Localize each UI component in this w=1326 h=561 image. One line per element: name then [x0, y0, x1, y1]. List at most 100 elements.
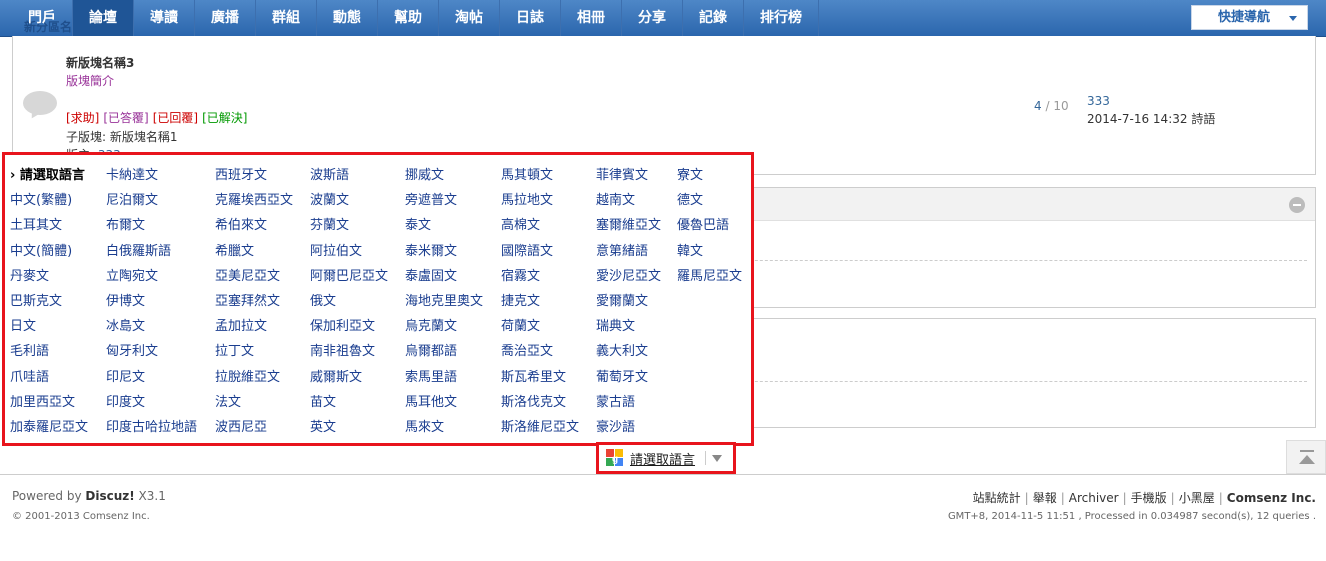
translate-select-label[interactable]: 請選取語言	[630, 449, 695, 468]
subforum-link[interactable]: 子版塊: 新版塊名稱1	[66, 128, 178, 145]
language-option[interactable]: 拉丁文	[215, 340, 254, 359]
language-option[interactable]: 烏克蘭文	[405, 315, 457, 334]
language-option[interactable]: 荷蘭文	[501, 315, 540, 334]
language-option[interactable]: 馬耳他文	[405, 391, 457, 410]
language-option[interactable]: 爪哇語	[10, 366, 49, 385]
language-option[interactable]: 愛爾蘭文	[596, 290, 648, 309]
language-option[interactable]: 英文	[310, 416, 336, 435]
collapse-icon[interactable]	[1289, 197, 1305, 213]
language-option[interactable]: 烏爾都語	[405, 340, 457, 359]
nav-item[interactable]: 記錄	[683, 0, 744, 36]
language-option[interactable]: 印度文	[106, 391, 145, 410]
nav-item[interactable]: 導讀	[134, 0, 195, 36]
nav-item[interactable]: 廣播	[195, 0, 256, 36]
language-option[interactable]: 亞塞拜然文	[215, 290, 280, 309]
language-option[interactable]: 蒙古語	[596, 391, 635, 410]
language-option[interactable]: 法文	[215, 391, 241, 410]
language-option[interactable]: 印度古哈拉地語	[106, 416, 197, 435]
footer-link[interactable]: 小黑屋	[1179, 491, 1215, 505]
language-option[interactable]: 尼泊爾文	[106, 189, 158, 208]
footer-link[interactable]: 手機版	[1131, 491, 1167, 505]
quick-nav-button[interactable]: 快捷導航	[1191, 5, 1308, 30]
language-option[interactable]: 波蘭文	[310, 189, 349, 208]
language-option[interactable]: 西班牙文	[215, 164, 267, 183]
language-option[interactable]: 立陶宛文	[106, 265, 158, 284]
language-option[interactable]: 卡納達文	[106, 164, 158, 183]
nav-item[interactable]: 日誌	[500, 0, 561, 36]
language-option[interactable]: 斯洛伐克文	[501, 391, 566, 410]
language-option[interactable]: 巴斯克文	[10, 290, 62, 309]
language-option[interactable]: 葡萄牙文	[596, 366, 648, 385]
language-option[interactable]: 芬蘭文	[310, 214, 349, 233]
forum-tag[interactable]: [求助]	[66, 111, 99, 125]
language-option[interactable]: 瑞典文	[596, 315, 635, 334]
nav-item[interactable]: 幫助	[378, 0, 439, 36]
nav-item[interactable]: 分享	[622, 0, 683, 36]
language-option[interactable]: 塞爾維亞文	[596, 214, 661, 233]
language-option[interactable]: 加里西亞文	[10, 391, 75, 410]
powered-brand-link[interactable]: Discuz!	[85, 489, 134, 503]
language-option[interactable]: 優魯巴語	[677, 214, 729, 233]
language-option[interactable]: 毛利語	[10, 340, 49, 359]
nav-item[interactable]: 相冊	[561, 0, 622, 36]
language-option[interactable]: 伊博文	[106, 290, 145, 309]
language-option[interactable]: 保加利亞文	[310, 315, 375, 334]
language-option[interactable]: 阿拉伯文	[310, 240, 362, 259]
language-option[interactable]: 喬治亞文	[501, 340, 553, 359]
language-option[interactable]: 挪威文	[405, 164, 444, 183]
language-option[interactable]: 高棉文	[501, 214, 540, 233]
language-option[interactable]: 韓文	[677, 240, 703, 259]
language-option[interactable]: 苗文	[310, 391, 336, 410]
language-option[interactable]: 希臘文	[215, 240, 254, 259]
language-option[interactable]: 宿霧文	[501, 265, 540, 284]
nav-item[interactable]: 淘帖	[439, 0, 500, 36]
language-option[interactable]: 土耳其文	[10, 214, 62, 233]
last-post-title-link[interactable]: 333	[1087, 94, 1110, 108]
dropdown-arrow-icon[interactable]	[712, 455, 722, 462]
language-option[interactable]: 豪沙語	[596, 416, 635, 435]
language-option[interactable]: 白俄羅斯語	[106, 240, 171, 259]
language-option[interactable]: 中文(繁體)	[10, 189, 72, 208]
footer-link[interactable]: 舉報	[1033, 491, 1057, 505]
language-option[interactable]: 南非祖魯文	[310, 340, 375, 359]
language-option[interactable]: 國際語文	[501, 240, 553, 259]
language-option[interactable]: 波斯語	[310, 164, 349, 183]
language-option[interactable]: 寮文	[677, 164, 703, 183]
language-option[interactable]: 拉脫維亞文	[215, 366, 280, 385]
language-option[interactable]: 威爾斯文	[310, 366, 362, 385]
language-option[interactable]: 希伯來文	[215, 214, 267, 233]
language-option[interactable]: 菲律賓文	[596, 164, 648, 183]
language-option[interactable]: 海地克里奧文	[405, 290, 483, 309]
forum-tag[interactable]: [已答覆]	[103, 111, 148, 125]
language-option[interactable]: 日文	[10, 315, 36, 334]
language-option[interactable]: 克羅埃西亞文	[215, 189, 293, 208]
forum-tag[interactable]: [已回覆]	[153, 111, 198, 125]
language-option[interactable]: 阿爾巴尼亞文	[310, 265, 388, 284]
language-option[interactable]: 孟加拉文	[215, 315, 267, 334]
company-link[interactable]: Comsenz Inc.	[1227, 491, 1316, 505]
language-option[interactable]: 泰文	[405, 214, 431, 233]
language-option[interactable]: 斯洛維尼亞文	[501, 416, 579, 435]
language-option[interactable]: › 請選取語言	[10, 164, 85, 183]
language-option[interactable]: 義大利文	[596, 340, 648, 359]
language-option[interactable]: 斯瓦希里文	[501, 366, 566, 385]
footer-link[interactable]: 站點統計	[973, 491, 1021, 505]
language-option[interactable]: 馬來文	[405, 416, 444, 435]
language-option[interactable]: 亞美尼亞文	[215, 265, 280, 284]
forum-name-link[interactable]: 新版塊名稱3	[66, 54, 134, 71]
forum-tag[interactable]: [已解決]	[202, 111, 247, 125]
nav-item[interactable]: 論壇	[73, 0, 134, 36]
language-option[interactable]: 波西尼亞	[215, 416, 267, 435]
language-option[interactable]: 馬其頓文	[501, 164, 553, 183]
language-option[interactable]: 愛沙尼亞文	[596, 265, 661, 284]
language-option[interactable]: 索馬里語	[405, 366, 457, 385]
language-option[interactable]: 泰盧固文	[405, 265, 457, 284]
language-option[interactable]: 越南文	[596, 189, 635, 208]
language-option[interactable]: 泰米爾文	[405, 240, 457, 259]
back-to-top-button[interactable]	[1286, 440, 1326, 474]
language-option[interactable]: 捷克文	[501, 290, 540, 309]
language-option[interactable]: 俄文	[310, 290, 336, 309]
language-option[interactable]: 匈牙利文	[106, 340, 158, 359]
language-option[interactable]: 意第緒語	[596, 240, 648, 259]
language-option[interactable]: 丹麥文	[10, 265, 49, 284]
